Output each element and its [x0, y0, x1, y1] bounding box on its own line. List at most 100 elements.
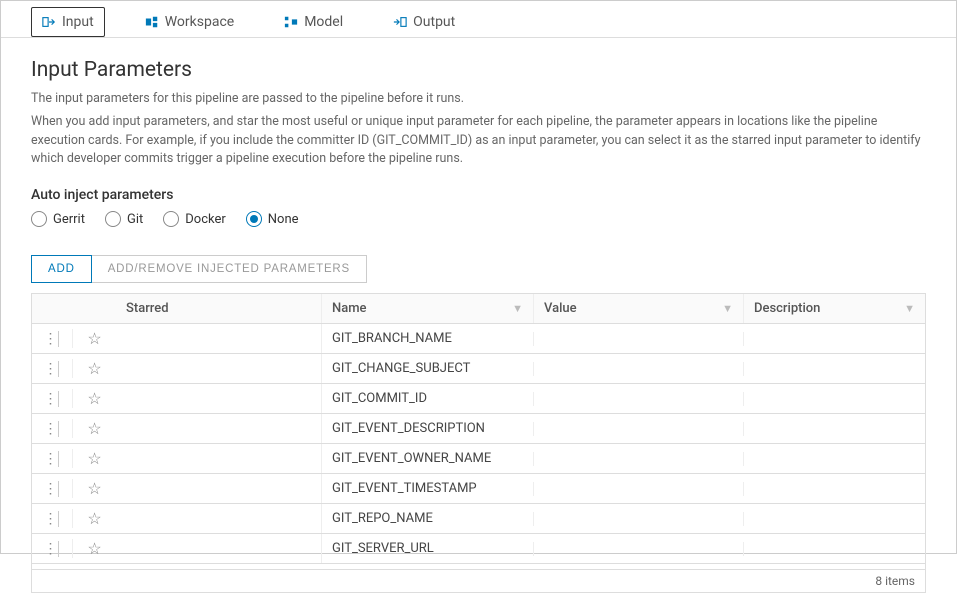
- drag-handle-icon[interactable]: ⋮: [44, 511, 56, 527]
- table-row[interactable]: ⋮ ☆ GIT_CHANGE_SUBJECT: [32, 354, 925, 384]
- drag-handle-icon[interactable]: ⋮: [44, 361, 56, 377]
- drag-handle-icon[interactable]: ⋮: [44, 391, 56, 407]
- cell-description: [743, 362, 925, 376]
- star-icon[interactable]: ☆: [87, 329, 101, 348]
- star-icon[interactable]: ☆: [87, 419, 101, 438]
- filter-icon[interactable]: ▼: [512, 302, 523, 315]
- table-row[interactable]: ⋮ ☆ GIT_SERVER_URL: [32, 534, 925, 564]
- tab-input[interactable]: Input: [31, 7, 105, 37]
- star-icon[interactable]: ☆: [87, 389, 101, 408]
- tab-label: Input: [62, 14, 94, 30]
- cell-description: [743, 452, 925, 466]
- cell-value: [533, 512, 743, 526]
- table-footer: 8 items: [32, 570, 925, 592]
- drag-handle-icon[interactable]: ⋮: [44, 481, 56, 497]
- cell-name: GIT_REPO_NAME: [321, 504, 533, 533]
- table-row[interactable]: ⋮ ☆ GIT_EVENT_DESCRIPTION: [32, 414, 925, 444]
- col-header-name[interactable]: Name ▼: [321, 294, 533, 323]
- cell-starred: [116, 392, 321, 406]
- cell-value: [533, 452, 743, 466]
- cell-name: GIT_EVENT_TIMESTAMP: [321, 474, 533, 503]
- tab-label: Model: [304, 14, 343, 30]
- radio-git[interactable]: Git: [105, 211, 143, 227]
- filter-icon[interactable]: ▼: [722, 302, 733, 315]
- radio-icon: [31, 211, 47, 227]
- cell-starred: [116, 452, 321, 466]
- cell-description: [743, 482, 925, 496]
- radio-label: Docker: [185, 212, 226, 227]
- table-header: Starred Name ▼ Value ▼ Description ▼: [32, 294, 925, 324]
- cell-description: [743, 332, 925, 346]
- radio-label: None: [268, 212, 299, 227]
- add-remove-injected-button[interactable]: ADD/REMOVE INJECTED PARAMETERS: [92, 255, 367, 283]
- cell-name: GIT_COMMIT_ID: [321, 384, 533, 413]
- col-header-description[interactable]: Description ▼: [743, 294, 925, 323]
- page-title: Input Parameters: [31, 58, 926, 82]
- page-desc-1: The input parameters for this pipeline a…: [31, 90, 926, 109]
- tab-output[interactable]: Output: [383, 7, 465, 37]
- col-header-starred[interactable]: Starred: [116, 294, 321, 323]
- item-count: 8 items: [875, 574, 915, 588]
- cell-value: [533, 422, 743, 436]
- cell-value: [533, 362, 743, 376]
- cell-starred: [116, 542, 321, 556]
- radio-docker[interactable]: Docker: [163, 211, 226, 227]
- cell-name: GIT_CHANGE_SUBJECT: [321, 354, 533, 383]
- cell-value: [533, 392, 743, 406]
- parameters-table: Starred Name ▼ Value ▼ Description ▼ ⋮ ☆ G…: [31, 293, 926, 593]
- star-icon[interactable]: ☆: [87, 359, 101, 378]
- cell-description: [743, 542, 925, 556]
- tab-label: Workspace: [165, 14, 235, 30]
- cell-description: [743, 422, 925, 436]
- radio-icon: [163, 211, 179, 227]
- cell-description: [743, 392, 925, 406]
- radio-label: Git: [127, 212, 143, 227]
- cell-starred: [116, 482, 321, 496]
- col-header-value[interactable]: Value ▼: [533, 294, 743, 323]
- radio-gerrit[interactable]: Gerrit: [31, 211, 85, 227]
- cell-description: [743, 512, 925, 526]
- radio-icon: [246, 211, 262, 227]
- model-icon: [284, 15, 298, 29]
- star-icon[interactable]: ☆: [87, 539, 101, 558]
- col-header-label: Description: [754, 301, 820, 316]
- star-icon[interactable]: ☆: [87, 479, 101, 498]
- col-header-label: Name: [332, 301, 367, 316]
- filter-icon[interactable]: ▼: [904, 302, 915, 315]
- cell-starred: [116, 422, 321, 436]
- radio-label: Gerrit: [53, 212, 85, 227]
- tab-label: Output: [413, 14, 455, 30]
- cell-name: GIT_SERVER_URL: [321, 534, 533, 563]
- auto-inject-radio-group: Gerrit Git Docker None: [31, 211, 926, 227]
- cell-starred: [116, 362, 321, 376]
- output-icon: [393, 15, 407, 29]
- cell-starred: [116, 332, 321, 346]
- drag-handle-icon[interactable]: ⋮: [44, 451, 56, 467]
- cell-value: [533, 542, 743, 556]
- table-row[interactable]: ⋮ ☆ GIT_REPO_NAME: [32, 504, 925, 534]
- auto-inject-label: Auto inject parameters: [31, 187, 926, 203]
- drag-handle-icon[interactable]: ⋮: [44, 331, 56, 347]
- drag-handle-icon[interactable]: ⋮: [44, 541, 56, 557]
- drag-handle-icon[interactable]: ⋮: [44, 421, 56, 437]
- cell-name: GIT_EVENT_OWNER_NAME: [321, 444, 533, 473]
- cell-value: [533, 482, 743, 496]
- cell-value: [533, 332, 743, 346]
- cell-name: GIT_BRANCH_NAME: [321, 324, 533, 353]
- radio-icon: [105, 211, 121, 227]
- star-icon[interactable]: ☆: [87, 509, 101, 528]
- table-row[interactable]: ⋮ ☆ GIT_EVENT_TIMESTAMP: [32, 474, 925, 504]
- table-row[interactable]: ⋮ ☆ GIT_EVENT_OWNER_NAME: [32, 444, 925, 474]
- col-header-label: Value: [544, 301, 577, 316]
- table-row[interactable]: ⋮ ☆ GIT_BRANCH_NAME: [32, 324, 925, 354]
- table-row[interactable]: ⋮ ☆ GIT_COMMIT_ID: [32, 384, 925, 414]
- radio-none[interactable]: None: [246, 211, 299, 227]
- tab-workspace[interactable]: Workspace: [135, 7, 245, 37]
- tab-model[interactable]: Model: [274, 7, 353, 37]
- add-button[interactable]: ADD: [31, 255, 92, 283]
- cell-starred: [116, 512, 321, 526]
- tab-bar: Input Workspace Model Output: [1, 1, 956, 38]
- workspace-icon: [145, 15, 159, 29]
- cell-name: GIT_EVENT_DESCRIPTION: [321, 414, 533, 443]
- star-icon[interactable]: ☆: [87, 449, 101, 468]
